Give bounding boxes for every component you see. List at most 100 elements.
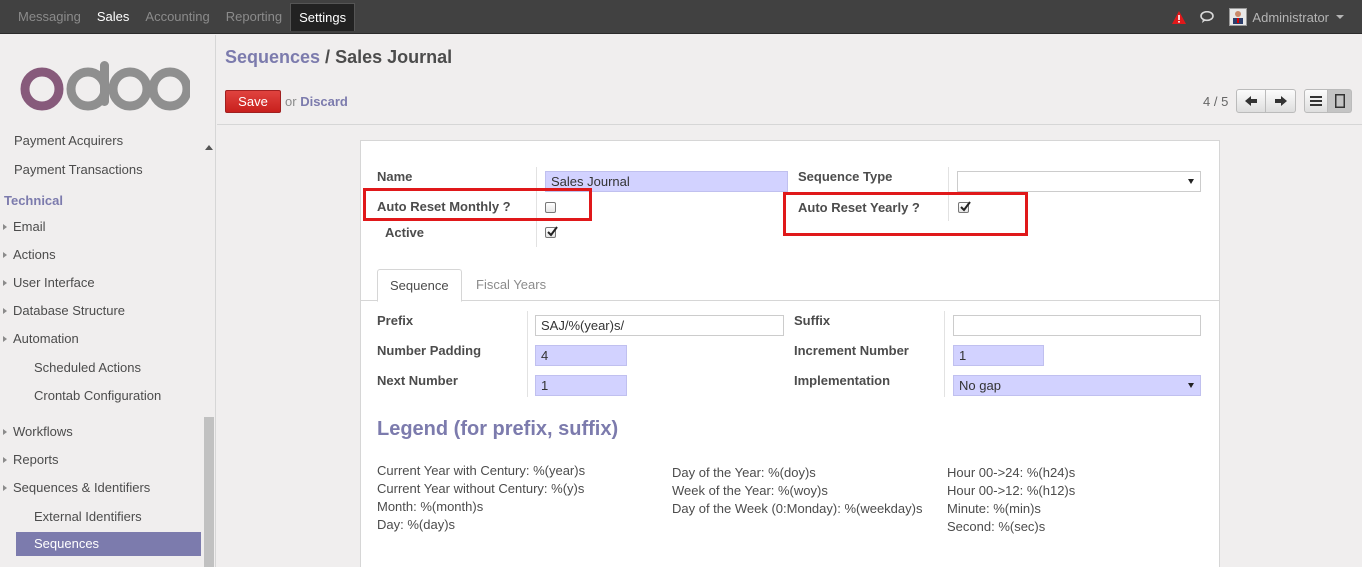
sidebar-item-external-identifiers[interactable]: External Identifiers xyxy=(0,505,202,529)
prefix-input[interactable] xyxy=(535,315,784,336)
or-text: or xyxy=(285,94,297,109)
next-number-input[interactable] xyxy=(535,375,627,396)
form-view-button[interactable] xyxy=(1328,89,1352,113)
avatar xyxy=(1229,8,1248,26)
number-padding-input[interactable] xyxy=(535,345,627,366)
expand-arrow-icon xyxy=(3,429,7,436)
scrollbar-thumb[interactable] xyxy=(204,417,214,567)
arrow-left-icon xyxy=(1245,96,1257,106)
save-button[interactable]: Save xyxy=(225,90,281,113)
checkmark-icon xyxy=(547,226,558,237)
chat-bubbles-icon[interactable] xyxy=(1200,10,1215,24)
legend-title: Legend (for prefix, suffix) xyxy=(377,418,619,440)
sidebar-item-label: Workflows xyxy=(13,424,73,439)
sidebar-item-crontab-configuration[interactable]: Crontab Configuration xyxy=(0,384,202,408)
expand-arrow-icon xyxy=(3,336,7,343)
discard-area: or Discard xyxy=(285,94,348,109)
name-label: Name xyxy=(377,169,413,184)
next-record-button[interactable] xyxy=(1266,89,1296,113)
dropdown-arrow-icon xyxy=(1188,383,1194,388)
legend-line: Hour 00->12: %(h12)s xyxy=(947,483,1076,498)
top-menu: Messaging Sales Accounting Reporting Set… xyxy=(10,3,356,31)
legend-column-week: Day of the Year: %(doy)s Week of the Yea… xyxy=(672,464,922,518)
tab-fiscal-years[interactable]: Fiscal Years xyxy=(464,269,558,301)
top-navbar: Messaging Sales Accounting Reporting Set… xyxy=(0,0,1362,34)
sidebar-item-actions[interactable]: Actions xyxy=(0,243,202,267)
legend-line: Hour 00->24: %(h24)s xyxy=(947,465,1076,480)
implementation-label: Implementation xyxy=(794,373,891,388)
increment-number-label: Increment Number xyxy=(794,343,909,358)
expand-arrow-icon xyxy=(3,252,7,259)
legend-line: Day of the Week (0:Monday): %(weekday)s xyxy=(672,501,923,516)
sidebar-item-workflows[interactable]: Workflows xyxy=(0,420,202,444)
legend-column-date: Current Year with Century: %(year)s Curr… xyxy=(377,462,585,534)
legend-line: Current Year with Century: %(year)s xyxy=(377,463,586,478)
user-name: Administrator xyxy=(1252,9,1329,25)
legend-line: Second: %(sec)s xyxy=(947,519,1046,534)
tab-sequence[interactable]: Sequence xyxy=(377,269,462,302)
next-number-label: Next Number xyxy=(377,373,458,388)
sequence-type-select[interactable] xyxy=(957,171,1201,192)
sidebar-item-payment-acquirers[interactable]: Payment Acquirers xyxy=(0,129,202,153)
arrow-right-icon xyxy=(1274,96,1287,106)
legend-line: Minute: %(min)s xyxy=(947,501,1041,516)
prefix-label: Prefix xyxy=(377,313,414,328)
legend-line: Current Year without Century: %(y)s xyxy=(377,481,585,496)
legend-line: Week of the Year: %(woy)s xyxy=(672,483,828,498)
legend-line: Day of the Year: %(doy)s xyxy=(672,465,816,480)
sidebar-item-scheduled-actions[interactable]: Scheduled Actions xyxy=(0,356,202,380)
scroll-up-arrow-icon[interactable] xyxy=(205,145,213,150)
implementation-value: No gap xyxy=(959,378,1001,393)
sidebar-section-technical: Technical xyxy=(4,193,64,208)
pager-counter: 4 / 5 xyxy=(1203,94,1229,109)
sidebar-item-database-structure[interactable]: Database Structure xyxy=(0,299,202,323)
breadcrumb-sequences-link[interactable]: Sequences xyxy=(225,47,320,67)
sidebar-item-label: Automation xyxy=(13,331,79,346)
page-title: Sales Journal xyxy=(335,47,453,67)
discard-link[interactable]: Discard xyxy=(300,94,348,109)
expand-arrow-icon xyxy=(3,224,7,231)
form-sheet: Name Sequence Type Auto Reset Monthly ? … xyxy=(360,140,1220,567)
column-divider xyxy=(944,311,945,397)
list-view-button[interactable] xyxy=(1304,89,1328,113)
sidebar-item-automation[interactable]: Automation xyxy=(0,327,202,351)
increment-number-input[interactable] xyxy=(953,345,1044,366)
alert-triangle-icon[interactable] xyxy=(1172,10,1187,24)
implementation-select[interactable]: No gap xyxy=(953,375,1201,396)
sidebar-scrollbar[interactable] xyxy=(202,35,215,567)
expand-arrow-icon xyxy=(3,485,7,492)
expand-arrow-icon xyxy=(3,308,7,315)
pager-buttons xyxy=(1236,89,1296,113)
breadcrumb-separator: / xyxy=(320,47,336,67)
form-icon xyxy=(1334,94,1345,108)
top-menu-accounting[interactable]: Accounting xyxy=(137,3,217,31)
user-menu[interactable]: Administrator xyxy=(1229,8,1344,26)
sidebar-item-reports[interactable]: Reports xyxy=(0,448,202,472)
dropdown-arrow-icon xyxy=(1188,179,1194,184)
suffix-label: Suffix xyxy=(794,313,831,328)
top-menu-messaging[interactable]: Messaging xyxy=(10,3,89,31)
sidebar-item-payment-transactions[interactable]: Payment Transactions xyxy=(0,158,202,182)
sidebar-item-email[interactable]: Email xyxy=(0,215,202,239)
notebook-tabs: Sequence Fiscal Years xyxy=(361,269,1219,302)
top-menu-reporting[interactable]: Reporting xyxy=(218,3,290,31)
legend-line: Month: %(month)s xyxy=(377,499,484,514)
sidebar-item-sequences[interactable]: Sequences xyxy=(16,532,201,556)
sidebar-item-user-interface[interactable]: User Interface xyxy=(0,271,202,295)
left-sidebar: Payment Acquirers Payment Transactions T… xyxy=(0,35,216,567)
sidebar-item-sequences-identifiers[interactable]: Sequences & Identifiers xyxy=(0,476,202,500)
previous-record-button[interactable] xyxy=(1236,89,1266,113)
odoo-logo[interactable] xyxy=(20,61,192,118)
column-divider xyxy=(527,311,528,397)
header-divider xyxy=(217,124,1362,125)
expand-arrow-icon xyxy=(3,457,7,464)
active-checkbox[interactable] xyxy=(545,226,558,238)
sidebar-item-label: Database Structure xyxy=(13,303,126,318)
suffix-input[interactable] xyxy=(953,315,1201,336)
top-menu-settings[interactable]: Settings xyxy=(290,3,356,31)
expand-arrow-icon xyxy=(3,280,7,287)
highlight-box-monthly xyxy=(363,188,592,221)
top-menu-sales[interactable]: Sales xyxy=(89,3,138,31)
highlight-box-yearly xyxy=(783,192,1028,236)
sidebar-item-label: Actions xyxy=(13,247,56,262)
